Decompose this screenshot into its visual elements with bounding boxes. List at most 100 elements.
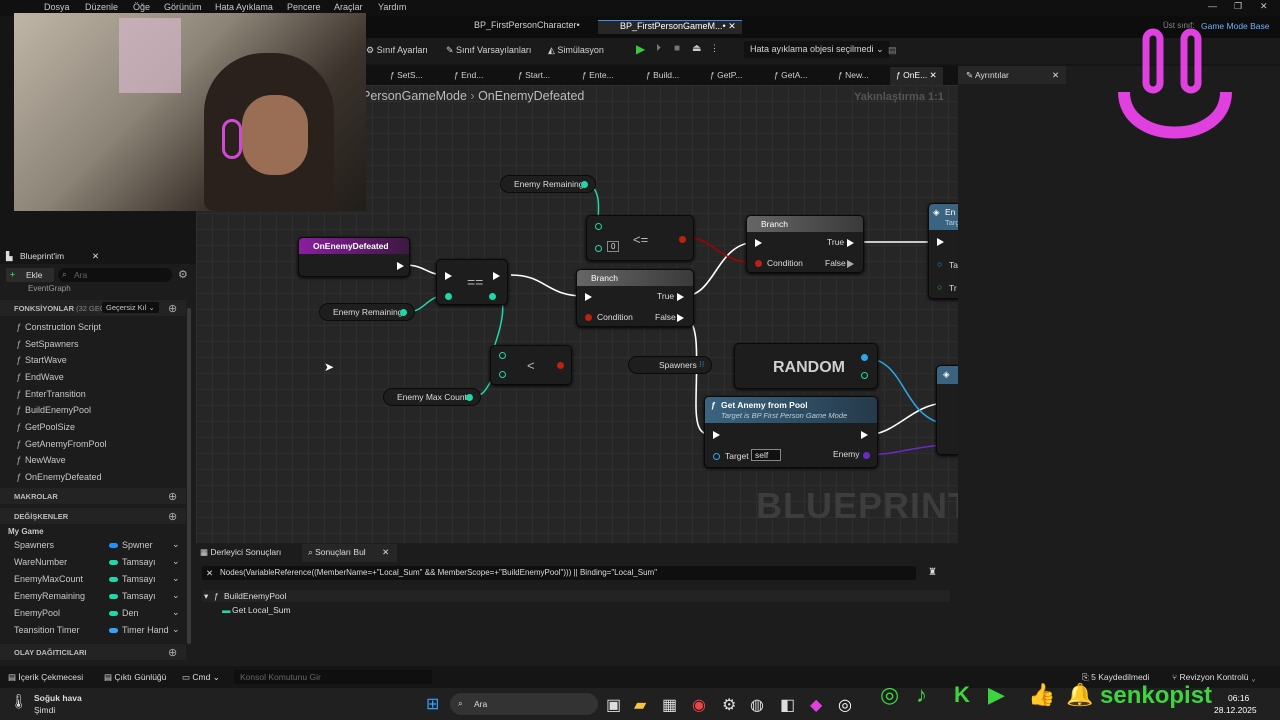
epic-games-icon[interactable]: ◧ (780, 695, 795, 715)
random-out-pin[interactable] (861, 354, 868, 361)
scrollbar[interactable] (187, 308, 191, 644)
get-enemy-max-count[interactable]: Enemy Max Count (383, 388, 481, 406)
function-item[interactable]: ƒ EndWave (16, 372, 202, 382)
maximize-icon[interactable]: ❐ (1234, 1, 1242, 12)
chevron-down-icon[interactable]: ⌄ (172, 556, 180, 567)
enemy-max-count-pin[interactable] (466, 394, 473, 401)
function-item[interactable]: ƒ GetAnemyFromPool (16, 439, 202, 449)
tab-gamemode[interactable]: BP_FirstPersonGameM...• ✕ (598, 20, 742, 34)
variable-type[interactable]: Tamsayı (122, 591, 156, 601)
details-tab[interactable]: ✎ Ayrıntılar ✕ (958, 66, 1066, 84)
details-close-icon[interactable]: ✕ (1052, 70, 1059, 81)
simulation-button[interactable]: ◭ Simülasyon (548, 45, 604, 56)
chevron-down-icon[interactable]: ⌄ (172, 590, 180, 601)
tab-build[interactable]: ƒ Build... (646, 70, 679, 80)
blueprint-panel-close-icon[interactable]: ✕ (92, 251, 99, 262)
store-icon[interactable]: ▦ (662, 695, 677, 715)
function-item[interactable]: ƒ StartWave (16, 355, 202, 365)
function-item[interactable]: ƒ BuildEnemyPool (16, 405, 202, 415)
equals-exec-in[interactable] (445, 272, 452, 280)
menu-item-edit[interactable]: Düzenle (85, 2, 118, 12)
menu-item-tools[interactable]: Araçlar (334, 2, 363, 12)
right-clipped-node-2[interactable]: ◈ (936, 365, 958, 455)
getpool-target-pin[interactable] (713, 453, 720, 460)
get-enemy-remaining-top[interactable]: Enemy Remaining (500, 175, 596, 193)
console-input[interactable]: Konsol Komutunu Gir (234, 670, 432, 684)
branch-node-1[interactable]: Branch True Condition False (576, 269, 694, 327)
get-spawners[interactable]: Spawners ⁝⁝ (628, 356, 712, 374)
getpool-enemy-pin[interactable] (863, 452, 870, 459)
variables-section[interactable]: DEĞİŞKENLER (0, 508, 186, 524)
play-icon[interactable]: ▶ (636, 42, 645, 56)
find-query-input[interactable]: ✕ Nodes(VariableReference((MemberName=+"L… (202, 566, 916, 580)
add-variable-icon[interactable]: ⊕ (168, 510, 177, 523)
branch1-true-pin[interactable] (677, 293, 684, 301)
file-explorer-icon[interactable]: ▰ (634, 695, 646, 715)
right-node-pin1[interactable]: ○ (937, 259, 942, 269)
class-settings-button[interactable]: ⚙ Sınıf Ayarları (366, 45, 428, 56)
variable-type[interactable]: Tamsayı (122, 574, 156, 584)
right-node-exec-in[interactable] (937, 238, 944, 246)
chevron-down-icon[interactable]: ⌄ (172, 624, 180, 635)
tab-character[interactable]: BP_FirstPersonCharacter• (474, 20, 580, 30)
branch-node-2[interactable]: Branch True Condition False (746, 215, 864, 273)
variable-type[interactable]: Spwner (122, 540, 153, 550)
menu-item-help[interactable]: Yardım (378, 2, 406, 12)
menu-item-file[interactable]: Dosya (44, 2, 70, 12)
function-item[interactable]: ƒ OnEnemyDefeated (16, 472, 202, 482)
unreal-engine-icon[interactable]: ◎ (838, 695, 852, 715)
lte-out-pin[interactable] (679, 236, 686, 243)
function-item[interactable]: ƒ NewWave (16, 455, 202, 465)
function-item[interactable]: ƒ SetSpawners (16, 339, 202, 349)
variable-item[interactable]: EnemyRemaining Tamsayı ⌄ (14, 590, 186, 605)
compiler-tab[interactable]: ▦ Derleyici Sonuçları (200, 547, 281, 558)
output-log-button[interactable]: ▤ Çıktı Günlüğü (104, 672, 166, 683)
class-defaults-button[interactable]: ✎ Sınıf Varsayılanları (446, 45, 531, 56)
right-node-pin2[interactable]: ○ (937, 282, 942, 292)
branch1-exec-in[interactable] (585, 293, 592, 301)
find-results-tab[interactable]: ⌕ Sonuçları Bul ✕ (302, 544, 398, 562)
minimize-icon[interactable]: — (1208, 1, 1217, 11)
content-drawer-button[interactable]: ▤ İçerik Çekmecesi (8, 672, 83, 683)
menu-item-debug[interactable]: Hata Ayıklama (215, 2, 273, 12)
tab-ente[interactable]: ƒ Ente... (582, 70, 614, 80)
getpool-exec-in[interactable] (713, 431, 720, 439)
close-icon[interactable]: ✕ (1260, 1, 1268, 12)
windows-start-icon[interactable]: ⊞ (426, 694, 439, 714)
function-item[interactable]: ƒ EnterTransition (16, 389, 202, 399)
clock-time[interactable]: 06:16 (1228, 693, 1249, 703)
settings-gear-icon[interactable]: ⚙ (178, 268, 188, 281)
lte-value-input[interactable]: 0 (607, 241, 620, 252)
steam-icon[interactable]: ◍ (750, 695, 764, 715)
variable-item[interactable]: EnemyPool Den ⌄ (14, 607, 186, 622)
add-function-icon[interactable]: ⊕ (168, 302, 177, 315)
clear-query-icon[interactable]: ✕ (206, 568, 213, 579)
task-view-icon[interactable]: ▣ (606, 695, 621, 715)
folder-icon[interactable]: ▤ (888, 45, 897, 56)
function-item[interactable]: ƒ Construction Script (16, 322, 202, 332)
branch1-condition-pin[interactable] (585, 314, 592, 321)
macros-section[interactable]: MAKROLAR (0, 488, 186, 504)
debug-object-select[interactable]: Hata ayıklama objesi seçilmedi ⌄ (744, 41, 890, 58)
random-index-pin[interactable] (861, 372, 868, 379)
menu-item-asset[interactable]: Öğe (133, 2, 150, 12)
function-item[interactable]: ƒ GetPoolSize (16, 422, 202, 432)
equals-node[interactable]: == (436, 259, 508, 305)
tab-end[interactable]: ƒ End... (454, 70, 483, 80)
menu-item-view[interactable]: Görünüm (164, 2, 202, 12)
enemy-remaining-top-pin[interactable] (581, 181, 588, 188)
branch2-exec-in[interactable] (755, 239, 762, 247)
enemy-remaining-bottom-pin[interactable] (400, 309, 407, 316)
branch2-false-pin[interactable] (847, 260, 854, 268)
exec-out-pin[interactable] (397, 262, 404, 270)
get-anemy-from-pool-node[interactable]: ƒ Get Anemy from Pool Target is BP First… (704, 396, 878, 468)
lt-out-pin[interactable] (557, 362, 564, 369)
override-dropdown[interactable]: Geçersiz Kıl ⌄ (102, 302, 159, 313)
tab-getp[interactable]: ƒ GetP... (710, 70, 742, 80)
variable-type[interactable]: Tamsayı (122, 557, 156, 567)
eject-icon[interactable]: ⏏ (692, 43, 701, 54)
getpool-self-input[interactable]: self (751, 449, 782, 461)
taskbar-search[interactable]: ⌕ Ara (450, 693, 598, 715)
variable-item[interactable]: WareNumber Tamsayı ⌄ (14, 556, 186, 571)
event-node-on-enemy-defeated[interactable]: OnEnemyDefeated (298, 237, 410, 277)
